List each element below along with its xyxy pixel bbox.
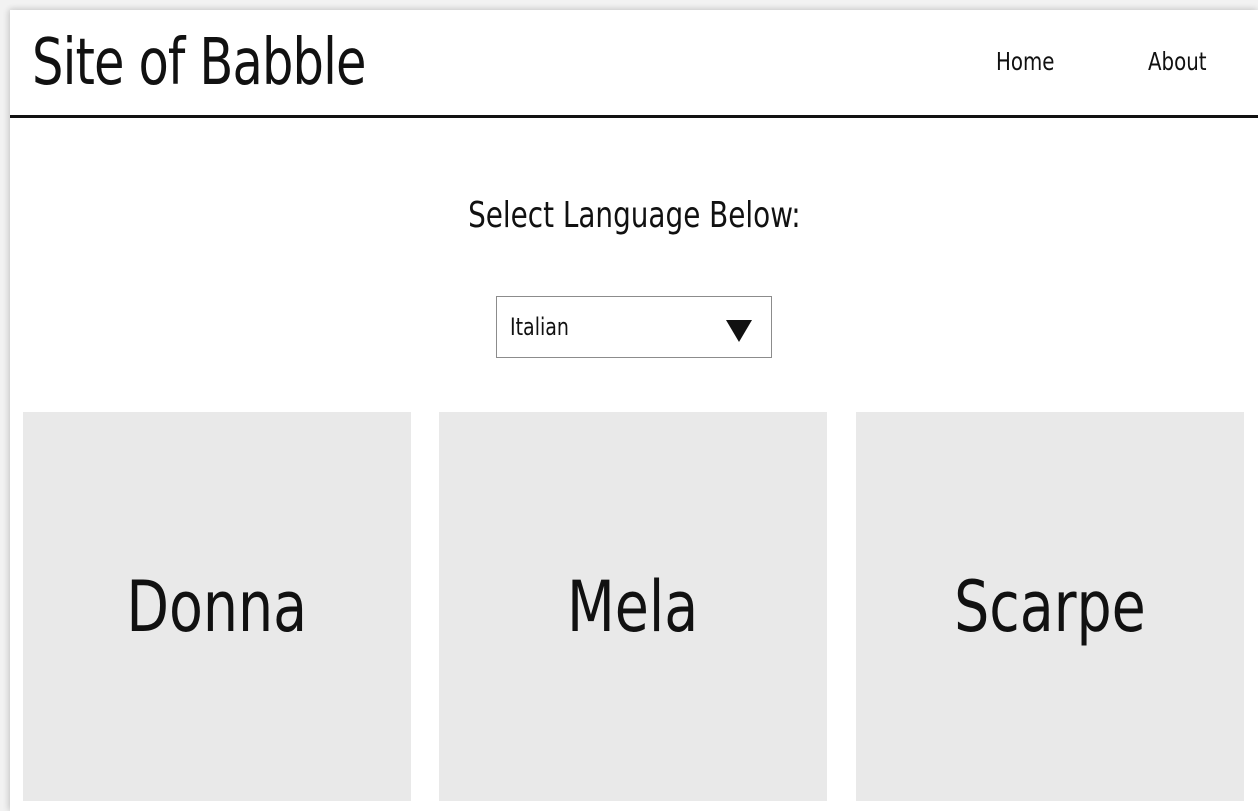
word-card-label: Scarpe [954, 566, 1146, 648]
nav-link-about[interactable]: About [1148, 44, 1207, 80]
site-title: Site of Babble [32, 26, 366, 100]
word-card-scarpe[interactable]: Scarpe [856, 412, 1244, 801]
word-card-label: Donna [126, 566, 308, 648]
nav-link-home[interactable]: Home [996, 44, 1054, 80]
language-select-value: Italian [510, 313, 569, 341]
language-select[interactable]: Italian [496, 296, 772, 358]
language-prompt: Select Language Below: [10, 194, 1258, 238]
app-window: Site of Babble Home About Select Languag… [10, 10, 1258, 811]
word-card-mela[interactable]: Mela [439, 412, 827, 801]
word-card-grid: Donna Mela Scarpe [10, 412, 1258, 801]
triangle-down-icon [726, 320, 752, 342]
word-card-donna[interactable]: Donna [23, 412, 411, 801]
word-card-label: Mela [567, 566, 699, 648]
language-prompt-text: Select Language Below: [467, 195, 801, 236]
site-header: Site of Babble Home About [10, 10, 1258, 118]
